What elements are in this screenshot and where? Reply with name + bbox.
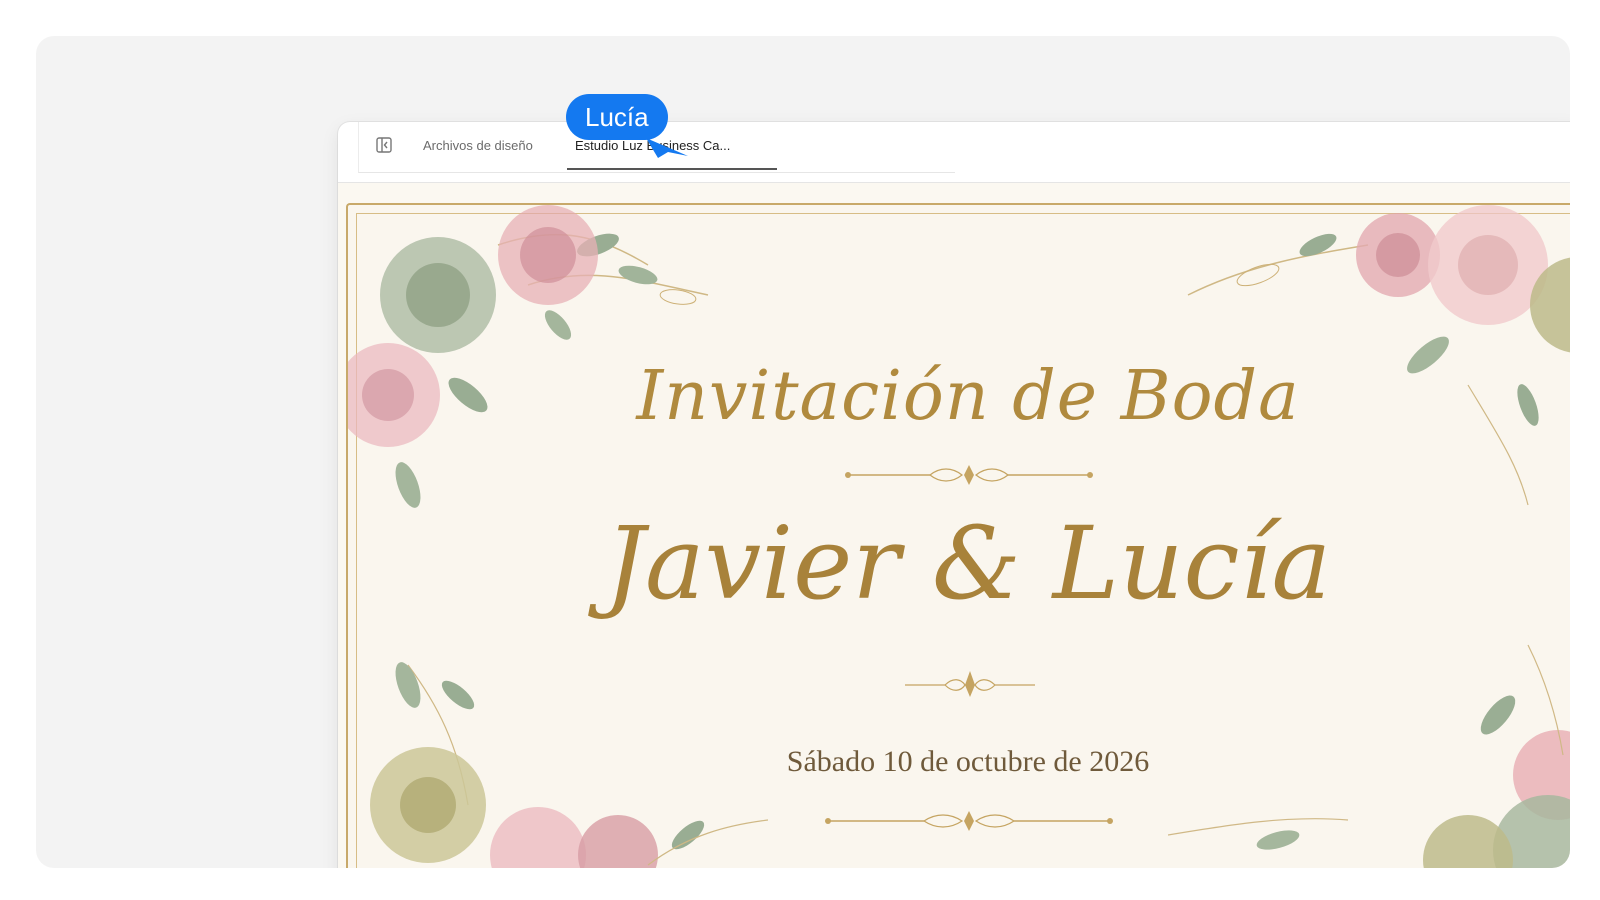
cursor-arrow-icon xyxy=(646,138,688,158)
invitation-title[interactable]: Invitación de Boda xyxy=(348,357,1570,436)
design-window: Archivos de diseño Estudio Luz Business … xyxy=(338,122,1570,868)
wedding-invitation-card[interactable]: Invitación de Boda Javier & Lucía Sábado… xyxy=(346,203,1570,868)
wedding-date[interactable]: Sábado 10 de octubre de 2026 xyxy=(348,745,1570,779)
sidebar-toggle-icon[interactable] xyxy=(375,136,393,154)
design-canvas[interactable]: Invitación de Boda Javier & Lucía Sábado… xyxy=(338,183,1570,868)
date-divider-ornament xyxy=(825,811,1113,831)
couple-names[interactable]: Javier & Lucía xyxy=(348,505,1570,622)
title-divider-ornament xyxy=(845,465,1093,485)
app-background: Archivos de diseño Estudio Luz Business … xyxy=(36,36,1570,868)
tab-design-files[interactable]: Archivos de diseño xyxy=(423,122,533,170)
names-divider-ornament xyxy=(905,671,1035,697)
